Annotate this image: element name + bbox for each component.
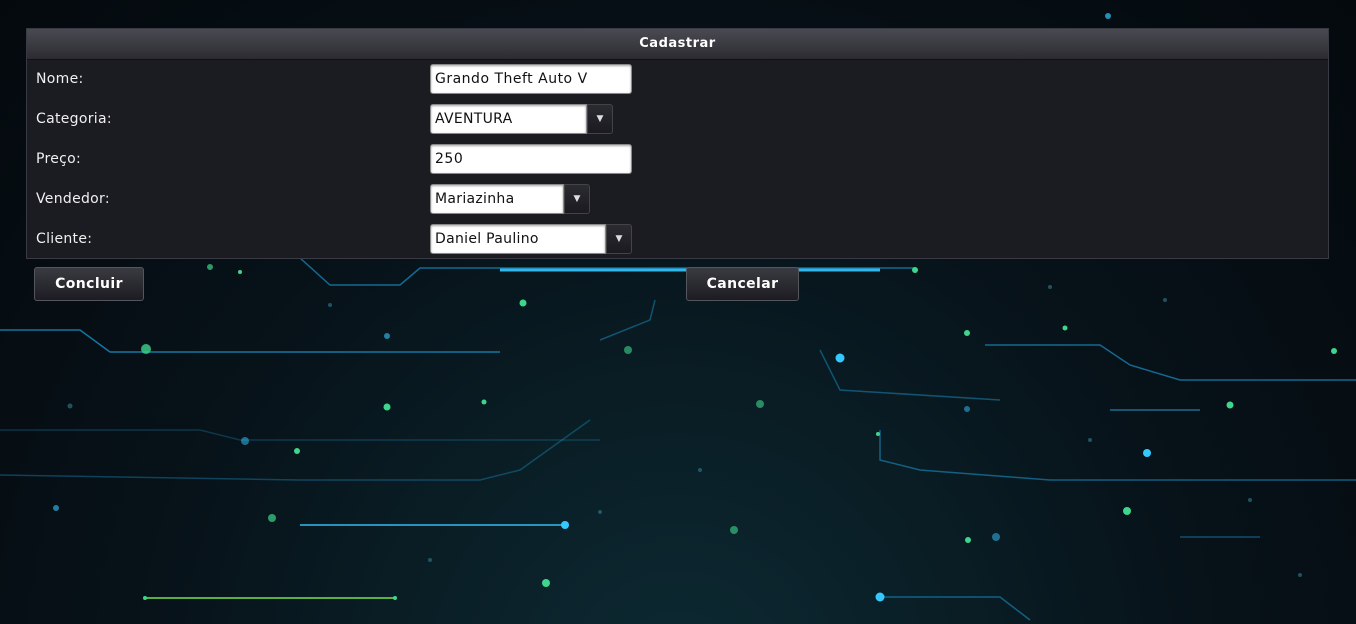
chevron-down-icon[interactable]: ▼	[564, 184, 590, 214]
field-row-nome: Nome:	[27, 64, 1328, 94]
vendedor-select[interactable]: Mariazinha ▼	[430, 184, 590, 214]
field-row-cliente: Cliente: Daniel Paulino ▼	[27, 224, 1328, 254]
field-row-vendedor: Vendedor: Mariazinha ▼	[27, 184, 1328, 214]
chevron-down-icon[interactable]: ▼	[606, 224, 632, 254]
vendedor-selected-value[interactable]: Mariazinha	[430, 184, 564, 214]
cliente-select[interactable]: Daniel Paulino ▼	[430, 224, 632, 254]
categoria-selected-value[interactable]: AVENTURA	[430, 104, 587, 134]
form-panel: Cadastrar Nome: Categoria: AVENTURA ▼ Pr…	[26, 28, 1329, 259]
panel-title: Cadastrar	[27, 29, 1328, 60]
concluir-button[interactable]: Concluir	[34, 267, 144, 301]
preco-label: Preço:	[36, 151, 82, 167]
vendedor-label: Vendedor:	[36, 191, 110, 207]
nome-input[interactable]	[430, 64, 632, 94]
cliente-label: Cliente:	[36, 231, 93, 247]
categoria-select[interactable]: AVENTURA ▼	[430, 104, 613, 134]
field-row-preco: Preço:	[27, 144, 1328, 174]
nome-label: Nome:	[36, 71, 84, 87]
cliente-selected-value[interactable]: Daniel Paulino	[430, 224, 606, 254]
preco-input[interactable]	[430, 144, 632, 174]
categoria-label: Categoria:	[36, 111, 112, 127]
field-row-categoria: Categoria: AVENTURA ▼	[27, 104, 1328, 134]
cancelar-button[interactable]: Cancelar	[686, 267, 799, 301]
chevron-down-icon[interactable]: ▼	[587, 104, 613, 134]
